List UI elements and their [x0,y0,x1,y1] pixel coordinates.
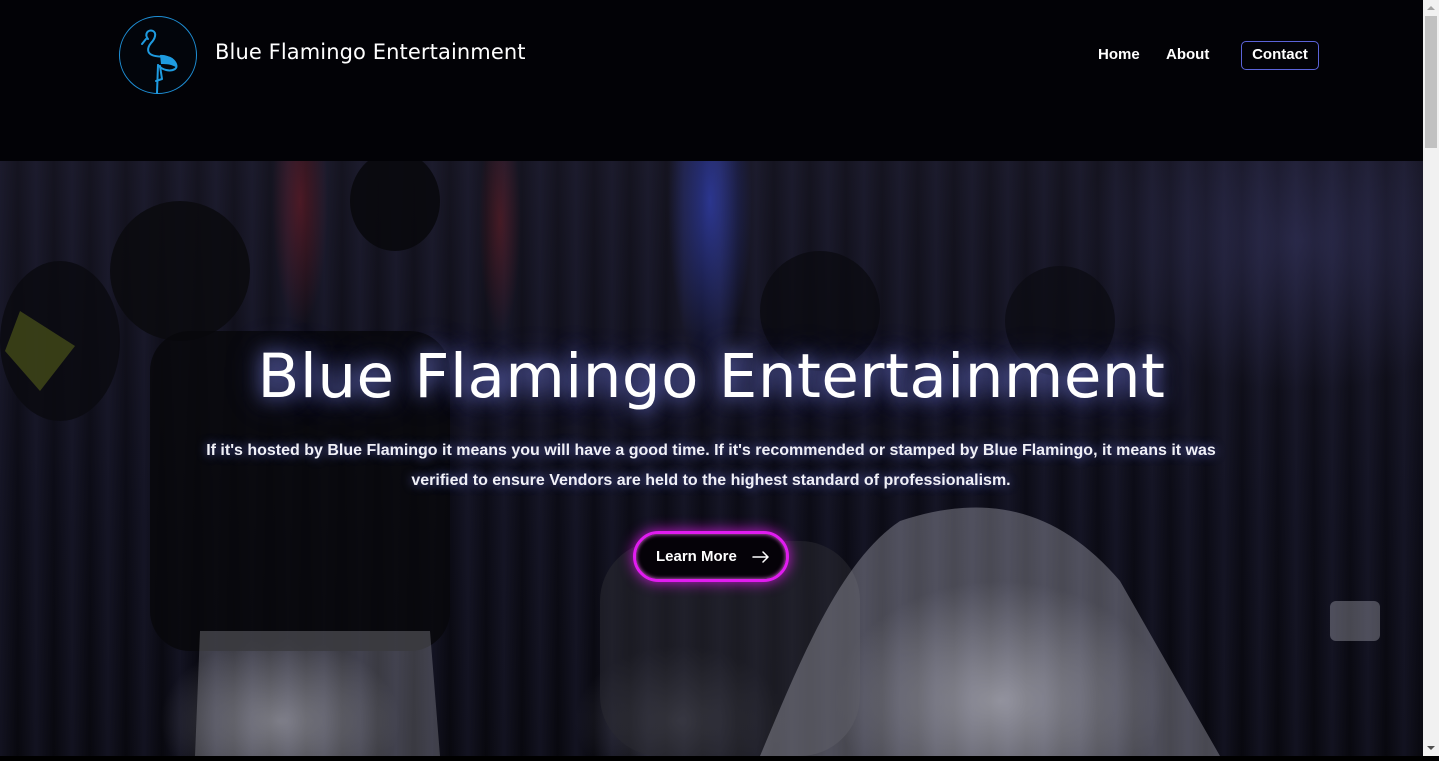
site-header: Blue Flamingo Entertainment Home About C… [0,0,1423,161]
scrollbar-thumb[interactable] [1425,16,1437,148]
nav-home[interactable]: Home [1098,46,1140,63]
hero-section: Blue Flamingo Entertainment If it's host… [0,161,1423,756]
hero-title: Blue Flamingo Entertainment [257,341,1166,412]
learn-more-button[interactable]: Learn More [633,531,789,582]
logo[interactable] [119,16,197,94]
scroll-up-arrow-icon[interactable] [1423,0,1439,16]
learn-more-label: Learn More [656,548,737,565]
flamingo-icon [141,29,178,94]
scroll-down-arrow-icon[interactable] [1423,740,1439,756]
arrow-right-icon [752,551,769,563]
brand-name[interactable]: Blue Flamingo Entertainment [215,40,526,64]
nav-about[interactable]: About [1166,46,1209,63]
page: Blue Flamingo Entertainment Home About C… [0,0,1423,756]
page-scrollbar[interactable] [1423,0,1439,756]
nav-contact-button[interactable]: Contact [1241,41,1319,70]
hero-description: If it's hosted by Blue Flamingo it means… [206,442,1216,489]
